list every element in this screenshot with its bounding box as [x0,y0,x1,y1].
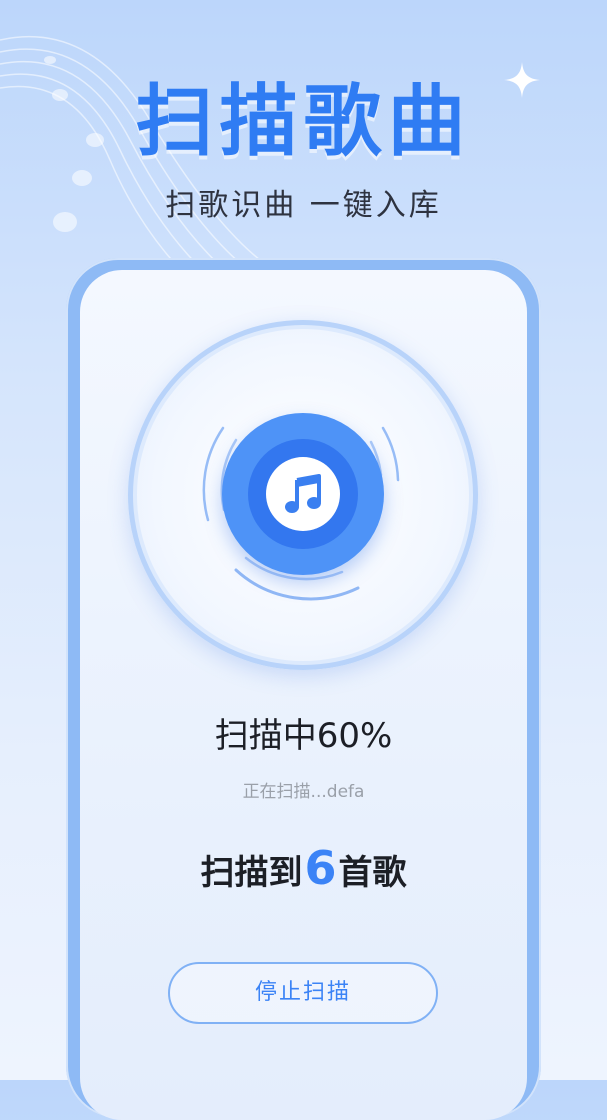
scan-current-path: 正在扫描...defa [242,782,365,802]
stop-scan-button[interactable]: 停止扫描 [168,962,438,1024]
found-prefix: 扫描到 [200,853,303,893]
found-count-number: 6 [304,841,337,895]
music-note-icon [266,457,340,531]
songs-found-count: 扫描到6首歌 [80,840,527,901]
page-title: 扫描歌曲 [135,77,472,167]
found-suffix: 首歌 [338,853,407,893]
scan-progress-label: 扫描中60% [214,716,393,756]
page-subtitle: 扫歌识曲 一键入库 [165,188,442,223]
music-disc [222,413,384,575]
